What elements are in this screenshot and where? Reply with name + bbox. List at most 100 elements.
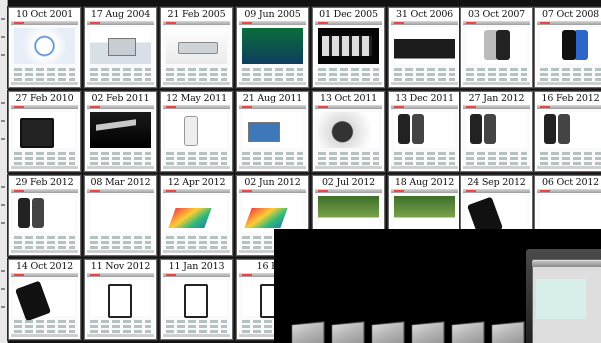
snapshot-cell[interactable]: 31 Oct 2006 [388,7,461,88]
snapshot-thumbnail [87,105,154,169]
snapshot-cell[interactable]: 08 Mar 2012 [84,175,157,256]
snapshot-date: 29 Feb 2012 [15,177,74,188]
snapshot-date: 21 Aug 2011 [242,93,303,104]
snapshot-date: 09 Jun 2005 [244,9,301,20]
thumbnail-hero-image [540,28,601,64]
snapshot-thumbnail [87,21,154,85]
snapshot-thumbnail [11,105,78,169]
snapshot-thumbnail [537,105,601,169]
thumbnail-hero-image [90,28,151,64]
snapshot-cell[interactable]: 21 Feb 2005 [160,7,233,88]
snapshot-cell[interactable]: 12 Apr 2012 [160,175,233,256]
thumbnail-hero-image [466,112,527,148]
left-edge-strip [0,0,8,343]
thumbnail-hero-image [14,112,75,148]
window-content [536,279,586,319]
snapshot-date: 12 Apr 2012 [167,177,226,188]
thumbnail-hero-image [14,28,75,64]
snapshot-thumbnail [163,273,230,337]
snapshot-thumbnail [11,273,78,337]
thumbnail-hero-image [318,28,379,64]
snapshot-cell[interactable]: 13 Dec 2011 [388,91,461,172]
overlay-panel [274,229,601,343]
snapshot-cell[interactable]: 11 Nov 2012 [84,259,157,340]
snapshot-date: 12 May 2011 [166,93,227,104]
snapshot-date: 24 Sep 2012 [467,177,526,188]
snapshot-thumbnail [391,105,458,169]
snapshot-cell[interactable]: 02 Feb 2011 [84,91,157,172]
snapshot-cell[interactable]: 03 Oct 2007 [460,7,533,88]
snapshot-date: 11 Nov 2012 [90,261,151,272]
snapshot-date: 13 Oct 2011 [319,93,378,104]
snapshot-cell[interactable]: 11 Jan 2013 [160,259,233,340]
snapshot-cell[interactable]: 16 Feb 2012 [534,91,601,172]
thumbnail-hero-image [166,196,227,232]
thumbnail-hero-image [90,196,151,232]
thumbnail-hero-image [242,28,303,64]
snapshot-thumbnail [239,21,306,85]
thumbnail-hero-image [466,28,527,64]
snapshot-thumbnail [239,105,306,169]
thumbnail-hero-image [166,112,227,148]
thumbnail-hero-image [394,28,455,64]
thumbnail-hero-image [540,112,601,148]
snapshot-thumbnail [11,21,78,85]
snapshot-cell[interactable]: 14 Oct 2012 [8,259,81,340]
snapshot-date: 08 Mar 2012 [90,177,151,188]
snapshot-date: 17 Aug 2004 [90,9,151,20]
snapshot-date: 06 Oct 2012 [541,177,600,188]
snapshot-date: 13 Dec 2011 [395,93,454,104]
snapshot-thumbnail [163,105,230,169]
snapshot-cell[interactable]: 21 Aug 2011 [236,91,309,172]
thumbnail-hero-image [166,280,227,318]
snapshot-cell[interactable]: 29 Feb 2012 [8,175,81,256]
snapshot-cell[interactable]: 10 Oct 2001 [8,7,81,88]
snapshot-cell[interactable]: 27 Jan 2012 [460,91,533,172]
snapshot-thumbnail [391,21,458,85]
snapshot-cell[interactable]: 09 Jun 2005 [236,7,309,88]
snapshot-date: 11 Jan 2013 [168,261,225,272]
thumbnail-hero-image [466,196,527,232]
thumbnail-hero-image [90,280,151,318]
snapshot-date: 02 Feb 2011 [91,93,150,104]
snapshot-cell[interactable]: 13 Oct 2011 [312,91,385,172]
snapshot-date: 31 Oct 2006 [395,9,454,20]
snapshot-cell[interactable]: 17 Aug 2004 [84,7,157,88]
thumbnail-hero-image [14,280,75,316]
window-titlebar [532,261,601,267]
thumbnail-hero-image [394,112,455,148]
snapshot-thumbnail [537,21,601,85]
snapshot-thumbnail [163,21,230,85]
snapshot-date: 21 Feb 2005 [167,9,226,20]
snapshot-date: 02 Jun 2012 [244,177,301,188]
frame-stack [274,313,525,343]
thumbnail-hero-image [166,28,227,64]
snapshot-date: 16 Feb 2012 [541,93,600,104]
snapshot-date: 07 Oct 2008 [541,9,600,20]
snapshot-date: 01 Dec 2005 [319,9,378,20]
snapshot-date: 14 Oct 2012 [15,261,74,272]
snapshot-thumbnail [163,189,230,253]
snapshot-thumbnail [315,105,382,169]
snapshot-date: 27 Jan 2012 [468,93,525,104]
archive-grid-view: 10 Oct 2001 17 Aug 2004 21 Feb 2005 09 Jun … [0,0,601,343]
snapshot-thumbnail [87,189,154,253]
thumbnail-hero-image [90,112,151,148]
thumbnail-hero-image [242,112,303,148]
snapshot-date: 03 Oct 2007 [467,9,526,20]
snapshot-date: 27 Feb 2010 [15,93,74,104]
snapshot-thumbnail [463,105,530,169]
snapshot-thumbnail [463,21,530,85]
snapshot-cell[interactable]: 12 May 2011 [160,91,233,172]
snapshot-thumbnail [11,189,78,253]
snapshot-cell[interactable]: 27 Feb 2010 [8,91,81,172]
snapshot-date: 10 Oct 2001 [15,9,74,20]
thumbnail-hero-image [318,196,379,232]
thumbnail-hero-image [318,112,379,148]
snapshot-cell[interactable]: 01 Dec 2005 [312,7,385,88]
thumbnail-hero-image [540,196,601,232]
snapshot-date: 02 Jul 2012 [321,177,376,188]
snapshot-date: 18 Aug 2012 [394,177,455,188]
thumbnail-hero-image [242,196,303,232]
snapshot-cell[interactable]: 07 Oct 2008 [534,7,601,88]
